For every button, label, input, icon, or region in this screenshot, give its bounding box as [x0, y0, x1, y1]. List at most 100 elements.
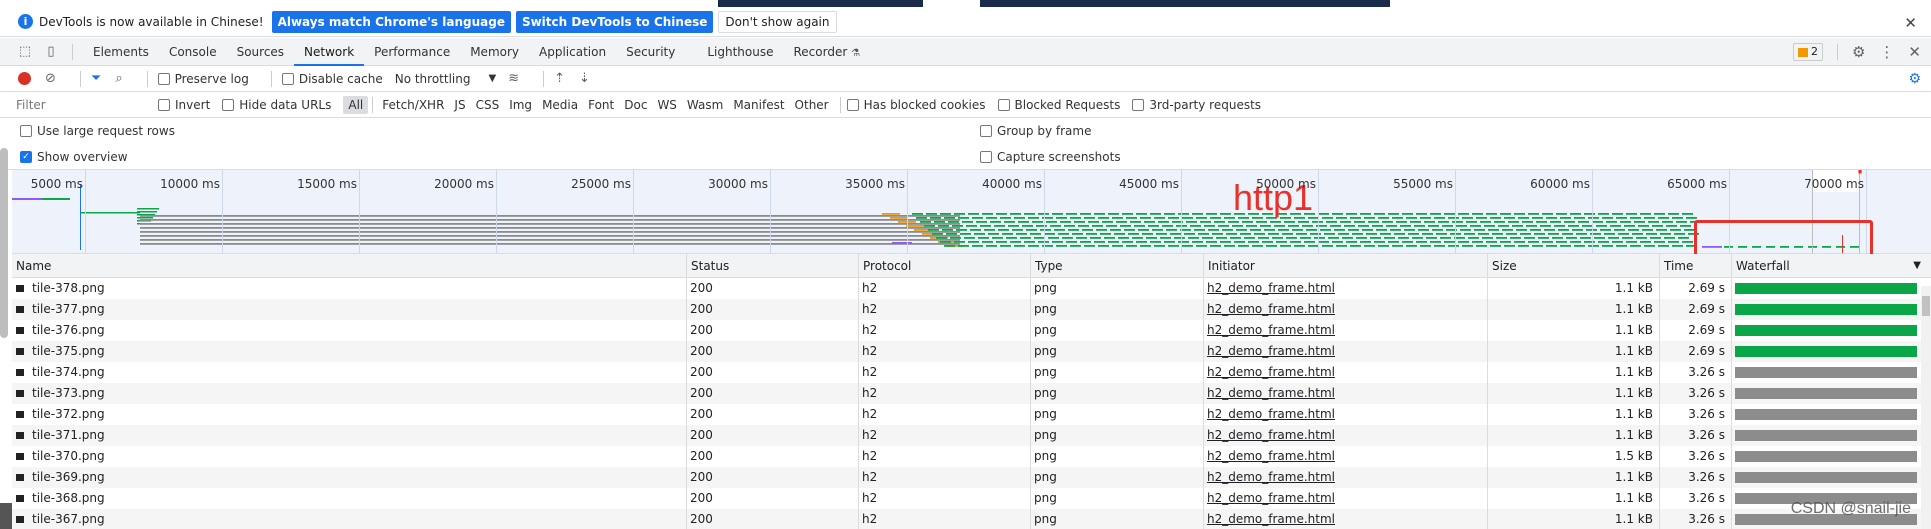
filter-type-manifest[interactable]: Manifest: [728, 96, 789, 114]
request-name[interactable]: tile-376.png: [12, 320, 686, 341]
issues-badge[interactable]: 2: [1792, 43, 1823, 61]
filter-type-font[interactable]: Font: [583, 96, 619, 114]
checkbox-box[interactable]: [846, 98, 859, 111]
dont-show-again-button[interactable]: Don't show again: [718, 10, 837, 33]
checkbox-box[interactable]: [997, 98, 1010, 111]
request-name[interactable]: tile-374.png: [12, 362, 686, 383]
request-name[interactable]: tile-369.png: [12, 467, 686, 488]
record-icon[interactable]: [18, 72, 31, 85]
table-row[interactable]: tile-370.png 200 h2 png h2_demo_frame.html 1.…: [12, 446, 1931, 467]
table-row[interactable]: tile-378.png 200 h2 png h2_demo_frame.html 1.…: [12, 278, 1931, 299]
filter-type-img[interactable]: Img: [504, 96, 537, 114]
close-icon[interactable]: ✕: [1904, 14, 1917, 32]
request-name[interactable]: tile-378.png: [12, 278, 686, 299]
switch-to-chinese-button[interactable]: Switch DevTools to Chinese: [515, 10, 714, 33]
large-request-rows-checkbox[interactable]: Use large request rows: [20, 124, 175, 138]
table-row[interactable]: tile-372.png 200 h2 png h2_demo_frame.html 1.…: [12, 404, 1931, 425]
checkbox-box[interactable]: [158, 98, 170, 111]
request-name[interactable]: tile-367.png: [12, 509, 686, 529]
tab-memory[interactable]: Memory: [460, 38, 529, 66]
filter-type-js[interactable]: JS: [449, 96, 470, 114]
request-name[interactable]: tile-370.png: [12, 446, 686, 467]
checkbox-box[interactable]: [281, 72, 294, 85]
request-initiator[interactable]: h2_demo_frame.html: [1203, 509, 1487, 529]
request-name[interactable]: tile-372.png: [12, 404, 686, 425]
request-name[interactable]: tile-368.png: [12, 488, 686, 509]
disable-cache-checkbox[interactable]: Disable cache: [281, 72, 383, 86]
hide-data-urls-checkbox[interactable]: Hide data URLs: [222, 98, 331, 112]
filter-type-ws[interactable]: WS: [652, 96, 681, 114]
network-settings-gear-icon[interactable]: ⚙: [1908, 71, 1921, 87]
capture-screenshots-checkbox[interactable]: Capture screenshots: [980, 150, 1121, 164]
filter-type-other[interactable]: Other: [790, 96, 834, 114]
table-row[interactable]: tile-367.png 200 h2 png h2_demo_frame.html 1.…: [12, 509, 1931, 529]
table-row[interactable]: tile-368.png 200 h2 png h2_demo_frame.html 1.…: [12, 488, 1931, 509]
request-name[interactable]: tile-377.png: [12, 299, 686, 320]
checkbox-box[interactable]: [20, 125, 32, 137]
column-header-name[interactable]: Name: [12, 254, 686, 278]
checkbox-box[interactable]: [980, 151, 992, 163]
request-initiator[interactable]: h2_demo_frame.html: [1203, 299, 1487, 320]
preserve-log-checkbox[interactable]: Preserve log: [157, 72, 249, 86]
filter-icon[interactable]: ⏷: [91, 71, 101, 86]
column-header-type[interactable]: Type: [1030, 254, 1203, 278]
request-name[interactable]: tile-373.png: [12, 383, 686, 404]
column-header-time[interactable]: Time: [1659, 254, 1731, 278]
request-initiator[interactable]: h2_demo_frame.html: [1203, 467, 1487, 488]
filter-type-media[interactable]: Media: [537, 96, 583, 114]
import-har-icon[interactable]: ⇡: [554, 71, 565, 86]
table-row[interactable]: tile-377.png 200 h2 png h2_demo_frame.html 1.…: [12, 299, 1931, 320]
throttling-select[interactable]: No throttling ▼: [395, 72, 496, 86]
table-row[interactable]: tile-376.png 200 h2 png h2_demo_frame.html 1.…: [12, 320, 1931, 341]
request-initiator[interactable]: h2_demo_frame.html: [1203, 320, 1487, 341]
export-har-icon[interactable]: ⇣: [579, 71, 590, 86]
tab-elements[interactable]: Elements: [83, 38, 159, 66]
table-row[interactable]: tile-371.png 200 h2 png h2_demo_frame.html 1.…: [12, 425, 1931, 446]
checkbox-box[interactable]: [1132, 98, 1145, 111]
request-name[interactable]: tile-375.png: [12, 341, 686, 362]
tab-lighthouse[interactable]: Lighthouse: [697, 38, 783, 66]
device-toolbar-icon[interactable]: ▯: [42, 44, 60, 60]
gear-icon[interactable]: ⚙: [1852, 43, 1865, 61]
third-party-requests-checkbox[interactable]: 3rd-party requests: [1132, 98, 1261, 112]
network-overview-timeline[interactable]: http1 http2 5000 ms10000 ms15000 ms20000…: [12, 170, 1931, 254]
table-row[interactable]: tile-373.png 200 h2 png h2_demo_frame.html 1.…: [12, 383, 1931, 404]
request-initiator[interactable]: h2_demo_frame.html: [1203, 383, 1487, 404]
tab-performance[interactable]: Performance: [364, 38, 460, 66]
request-initiator[interactable]: h2_demo_frame.html: [1203, 425, 1487, 446]
search-icon[interactable]: ⌕: [115, 71, 122, 86]
scrollbar-thumb[interactable]: [1922, 296, 1930, 316]
column-header-waterfall[interactable]: Waterfall ▼: [1731, 254, 1931, 278]
close-devtools-icon[interactable]: ✕: [1908, 43, 1921, 61]
column-header-status[interactable]: Status: [686, 254, 858, 278]
table-scrollbar[interactable]: [1921, 286, 1931, 529]
request-initiator[interactable]: h2_demo_frame.html: [1203, 446, 1487, 467]
show-overview-checkbox[interactable]: ✓ Show overview: [20, 150, 128, 164]
checkbox-box[interactable]: ✓: [20, 151, 32, 163]
clear-icon[interactable]: ⊘: [45, 71, 56, 86]
column-header-size[interactable]: Size: [1487, 254, 1659, 278]
more-options-icon[interactable]: ⋮: [1879, 43, 1894, 61]
request-name[interactable]: tile-371.png: [12, 425, 686, 446]
table-row[interactable]: tile-374.png 200 h2 png h2_demo_frame.html 1.…: [12, 362, 1931, 383]
request-initiator[interactable]: h2_demo_frame.html: [1203, 404, 1487, 425]
column-header-initiator[interactable]: Initiator: [1203, 254, 1487, 278]
blocked-requests-checkbox[interactable]: Blocked Requests: [997, 98, 1120, 112]
request-initiator[interactable]: h2_demo_frame.html: [1203, 488, 1487, 509]
left-scrollbar[interactable]: [0, 148, 8, 338]
network-conditions-icon[interactable]: ≋: [508, 71, 519, 86]
filter-type-css[interactable]: CSS: [471, 96, 505, 114]
tab-security[interactable]: Security: [616, 38, 685, 66]
filter-input[interactable]: Filter: [16, 96, 144, 114]
request-initiator[interactable]: h2_demo_frame.html: [1203, 278, 1487, 299]
tab-application[interactable]: Application: [529, 38, 616, 66]
invert-checkbox[interactable]: Invert: [158, 98, 210, 112]
group-by-frame-checkbox[interactable]: Group by frame: [980, 124, 1091, 138]
table-row[interactable]: tile-375.png 200 h2 png h2_demo_frame.html 1.…: [12, 341, 1931, 362]
tab-recorder[interactable]: Recorder ⚗: [784, 38, 871, 66]
tab-console[interactable]: Console: [159, 38, 227, 66]
checkbox-box[interactable]: [980, 125, 992, 137]
always-match-language-button[interactable]: Always match Chrome's language: [271, 10, 511, 33]
inspect-element-icon[interactable]: ⬚: [16, 44, 34, 60]
filter-type-all[interactable]: All: [343, 95, 369, 114]
